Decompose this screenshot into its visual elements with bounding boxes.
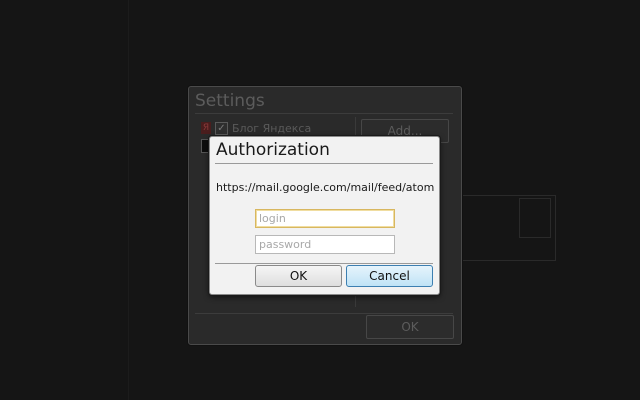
authorization-dialog: Authorization https://mail.google.com/ma… (209, 136, 440, 295)
password-input[interactable] (255, 235, 395, 254)
dialog-title: Authorization (216, 140, 330, 160)
feed-row[interactable]: Я ✓ Блог Яндекса (201, 119, 351, 137)
ok-button[interactable]: OK (255, 265, 342, 287)
feed-url: https://mail.google.com/mail/feed/atom (216, 181, 435, 194)
settings-ok-button[interactable]: OK (366, 315, 454, 339)
dialog-bottom-divider (215, 263, 433, 264)
login-input[interactable] (255, 209, 395, 228)
background-divider (128, 0, 129, 400)
feed-checkbox[interactable]: ✓ (215, 121, 228, 135)
dialog-title-divider (215, 163, 433, 164)
cancel-button[interactable]: Cancel (346, 265, 433, 287)
settings-bottom-divider (195, 313, 453, 314)
yandex-icon: Я (201, 122, 211, 134)
settings-title: Settings (195, 91, 265, 111)
background-panel-inner (519, 198, 551, 238)
feed-label: Блог Яндекса (232, 121, 312, 135)
settings-title-divider (195, 113, 453, 114)
